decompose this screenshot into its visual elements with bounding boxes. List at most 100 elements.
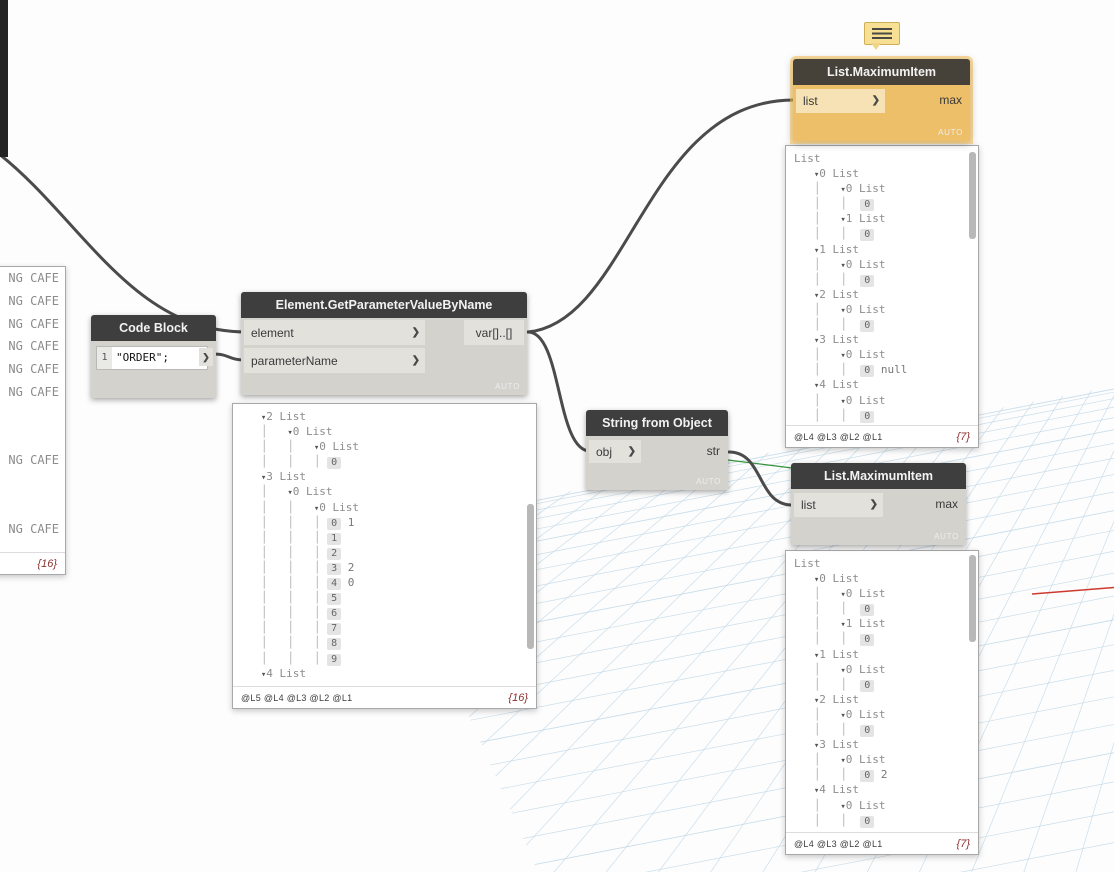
x-axis-red — [1031, 586, 1114, 595]
index-badge: 9 — [327, 653, 342, 666]
node-list-maximum-item-bottom[interactable]: List.MaximumItem list ❯ max AUTO — [791, 463, 966, 545]
preview-list-row: ▾2 List — [794, 692, 978, 707]
input-port-obj[interactable]: obj ❯ — [589, 440, 641, 463]
chevron-right-icon[interactable]: ❯ — [412, 355, 420, 366]
note-icon[interactable] — [864, 22, 900, 50]
index-badge: 8 — [327, 638, 342, 651]
wire-var-to-obj[interactable] — [526, 330, 592, 453]
index-badge: 0 — [860, 320, 875, 333]
preview-list-row: ▾0 List — [794, 166, 978, 181]
chevron-right-icon[interactable]: ❯ — [872, 96, 880, 106]
panel-levels[interactable]: @L4 @L3 @L2 @L1 — [794, 839, 883, 849]
preview-value-row: │ │ 0 — [794, 813, 978, 828]
list-label: 0 List — [845, 662, 886, 676]
list-label: 0 List — [845, 257, 886, 271]
lacing-indicator: AUTO — [938, 128, 963, 137]
preview-list-row: ▾4 List — [241, 666, 536, 681]
panel-levels[interactable]: @L5 @L4 @L3 @L2 @L1 — [241, 693, 352, 703]
preview-value-row: │ │ │ 0 1 — [241, 515, 355, 530]
node-title[interactable]: Code Block — [91, 315, 216, 341]
node-title[interactable]: Element.GetParameterValueByName — [241, 292, 527, 318]
node-title[interactable]: List.MaximumItem — [793, 59, 970, 85]
list-label: 3 List — [266, 470, 307, 484]
index-badge: 3 — [327, 562, 342, 575]
code-block-editor[interactable]: 1 "ORDER"; — [96, 346, 208, 370]
list-label: 0 List — [845, 753, 886, 767]
node-string-from-object[interactable]: String from Object obj ❯ str AUTO — [586, 410, 728, 490]
preview-value-row: │ │ │ 8 — [241, 635, 536, 651]
preview-value-row: NG CAFE — [8, 316, 59, 331]
node-title[interactable]: List.MaximumItem — [791, 463, 966, 489]
preview-value-row: NG CAFE — [8, 453, 59, 468]
y-axis-green — [723, 458, 801, 470]
node-title[interactable]: String from Object — [586, 410, 728, 436]
input-port-list[interactable]: list ❯ — [796, 89, 885, 113]
list-label: List — [794, 557, 821, 570]
preview-value-row: │ │ │ 7 — [241, 620, 536, 636]
index-badge: 1 — [327, 532, 342, 545]
preview-value-row: │ │ 0 — [794, 196, 978, 212]
scrollbar-thumb[interactable] — [527, 504, 534, 649]
preview-list-row: ▾2 List — [241, 409, 536, 424]
code-text[interactable]: "ORDER"; — [112, 347, 169, 369]
list-label: 0 List — [845, 393, 886, 407]
preview-value-row: │ │ 0 — [794, 601, 978, 617]
preview-list-row: ▾4 List — [794, 782, 978, 797]
preview-value-row — [0, 476, 65, 499]
preview-list-row: ▾4 List — [794, 377, 978, 392]
preview-list-row: │ ▾0 List — [794, 798, 886, 812]
preview-list-row: │ ▾0 List — [794, 182, 886, 196]
list-label: 1 List — [845, 617, 886, 631]
chevron-right-icon[interactable]: ❯ — [412, 327, 420, 338]
index-badge: 0 — [860, 199, 875, 212]
chevron-right-icon[interactable]: ❯ — [628, 446, 636, 457]
node-code-block[interactable]: Code Block 1 "ORDER"; ❯ — [91, 315, 216, 398]
output-port-str[interactable]: str — [707, 444, 720, 458]
preview-value-row: │ │ 0 — [794, 722, 978, 738]
node-list-maximum-item-top[interactable]: List.MaximumItem list ❯ max AUTO — [793, 59, 970, 141]
preview-value-row: NG CAFE — [8, 362, 59, 377]
output-port-var[interactable]: var[]..[] — [464, 320, 524, 345]
preview-list-row: ▾3 List — [794, 332, 978, 347]
offscreen-node-edge — [0, 0, 8, 157]
panel-item-count: {7} — [956, 837, 970, 850]
preview-value-row: │ │ │ 5 — [241, 590, 536, 606]
preview-list-row: │ ▾0 List — [241, 425, 333, 439]
preview-value-row — [0, 499, 65, 522]
list-label: 4 List — [819, 783, 860, 797]
scrollbar-thumb[interactable] — [969, 152, 976, 239]
preview-list-row: │ │ ▾0 List — [241, 500, 360, 514]
index-badge: 0 — [860, 274, 875, 287]
preview-list-row: ▾1 List — [794, 242, 978, 257]
output-port[interactable]: ❯ — [199, 348, 213, 366]
output-port-max[interactable]: max — [939, 93, 962, 107]
scrollbar-thumb[interactable] — [969, 555, 976, 642]
input-port-element[interactable]: element ❯ — [244, 320, 425, 345]
output-port-max[interactable]: max — [935, 497, 958, 511]
node-get-parameter-value-by-name[interactable]: Element.GetParameterValueByName element … — [241, 292, 527, 395]
value-text: 2 — [874, 768, 888, 782]
preview-value-row: │ │ │ 9 — [241, 651, 536, 666]
preview-value-row: │ │ │ 6 — [241, 605, 536, 621]
preview-panel-getparam: ▾2 List │ ▾0 List │ │ ▾0 List │ │ │ 0 ▾3… — [232, 403, 537, 709]
input-port-parameterName[interactable]: parameterName ❯ — [244, 348, 425, 373]
chevron-right-icon[interactable]: ❯ — [870, 500, 878, 510]
preview-list-row: │ ▾1 List — [794, 617, 886, 631]
list-label: 3 List — [819, 738, 860, 752]
index-badge: 0 — [327, 517, 342, 530]
index-badge: 2 — [327, 547, 342, 560]
panel-levels[interactable]: @L4 @L3 @L2 @L1 — [794, 432, 883, 442]
preview-value-row: │ │ 0 null — [794, 363, 908, 378]
index-badge: 4 — [327, 578, 342, 591]
dynamo-canvas[interactable]: NG CAFE NG CAFE NG CAFE NG CAFE NG CAFE NG CA… — [0, 0, 1114, 872]
input-port-list[interactable]: list ❯ — [794, 493, 883, 517]
preview-list-row: │ ▾0 List — [794, 302, 886, 316]
preview-list-row: ▾3 List — [241, 469, 536, 484]
preview-value-row: │ │ 0 — [794, 677, 978, 692]
wire-str-to-maxitem-bottom[interactable] — [727, 450, 794, 507]
value-text: 2 — [341, 560, 355, 574]
lacing-indicator: AUTO — [696, 477, 721, 486]
wire-var-to-maxitem-top[interactable] — [526, 98, 796, 334]
preview-value-row: NG CAFE — [8, 384, 59, 399]
preview-value-row: │ │ 0 — [794, 631, 978, 647]
